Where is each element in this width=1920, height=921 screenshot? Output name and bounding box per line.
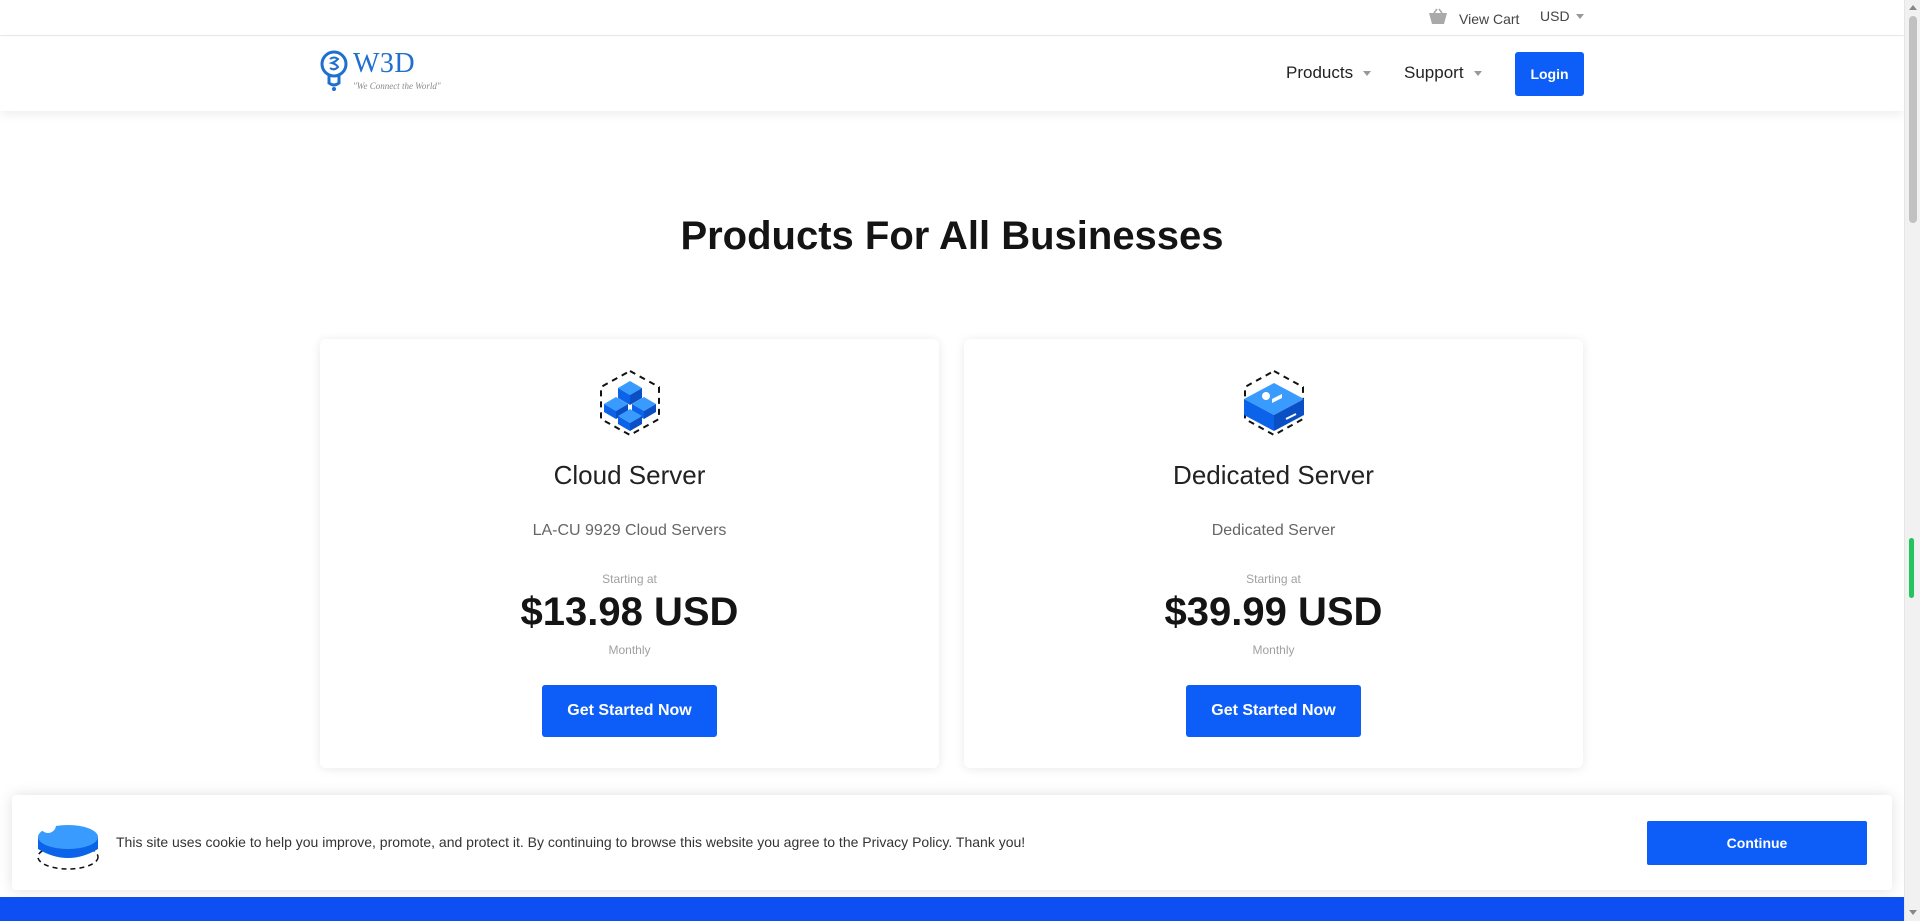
page-title: Products For All Businesses	[680, 214, 1224, 258]
cookie-icon	[36, 811, 100, 873]
product-description: Dedicated Server	[1211, 522, 1336, 539]
product-name: Cloud Server	[553, 460, 706, 490]
currency-label: USD	[1540, 8, 1570, 24]
view-cart-link[interactable]: View Cart	[1427, 8, 1519, 29]
billing-cycle: Monthly	[608, 643, 651, 657]
server-box-icon	[1242, 369, 1306, 437]
login-button[interactable]: Login	[1515, 52, 1584, 96]
chevron-down-icon	[1473, 70, 1482, 76]
nav-support[interactable]: Support	[1404, 63, 1482, 83]
logo-tagline: "We Connect the World"	[353, 81, 441, 91]
cookie-message: This site uses cookie to help you improv…	[116, 834, 1026, 850]
billing-cycle: Monthly	[1252, 643, 1295, 657]
starting-at-label: Starting at	[1246, 572, 1301, 586]
lightbulb-logo-icon	[319, 49, 349, 98]
product-name: Dedicated Server	[1173, 460, 1374, 490]
product-description: LA-CU 9929 Cloud Servers	[532, 522, 727, 539]
nav-products[interactable]: Products	[1286, 63, 1372, 83]
basket-icon	[1427, 8, 1449, 29]
get-started-button[interactable]: Get Started Now	[1186, 685, 1361, 737]
starting-at-label: Starting at	[602, 572, 657, 586]
continue-button[interactable]: Continue	[1647, 821, 1867, 865]
view-cart-label: View Cart	[1459, 10, 1520, 27]
page-scrollbar[interactable]	[1904, 0, 1920, 921]
currency-selector[interactable]: USD	[1540, 8, 1584, 24]
cubes-icon	[598, 369, 662, 437]
chevron-down-icon	[1363, 70, 1372, 76]
scroll-down-arrow-icon[interactable]	[1909, 910, 1917, 915]
footer-band	[0, 897, 1904, 921]
nav-products-label: Products	[1286, 63, 1354, 82]
get-started-button[interactable]: Get Started Now	[542, 685, 717, 737]
site-logo[interactable]: W3D "We Connect the World"	[319, 49, 445, 95]
cookie-consent-bar: This site uses cookie to help you improv…	[12, 795, 1892, 890]
nav-support-label: Support	[1404, 63, 1464, 82]
logo-wordmark: W3D	[353, 48, 416, 79]
scroll-indicator	[1909, 538, 1914, 598]
main-header: W3D "We Connect the World" Products Supp…	[0, 37, 1904, 111]
scroll-up-arrow-icon[interactable]	[1909, 5, 1917, 10]
product-price: $39.99 USD	[1164, 590, 1383, 634]
chevron-down-icon	[1575, 13, 1584, 19]
product-card-cloud-server: Cloud Server LA-CU 9929 Cloud Servers St…	[320, 339, 939, 768]
scrollbar-thumb[interactable]	[1909, 16, 1917, 223]
product-price: $13.98 USD	[520, 590, 739, 634]
product-card-dedicated-server: Dedicated Server Dedicated Server Starti…	[964, 339, 1583, 768]
top-utility-bar: View Cart USD	[0, 0, 1904, 36]
